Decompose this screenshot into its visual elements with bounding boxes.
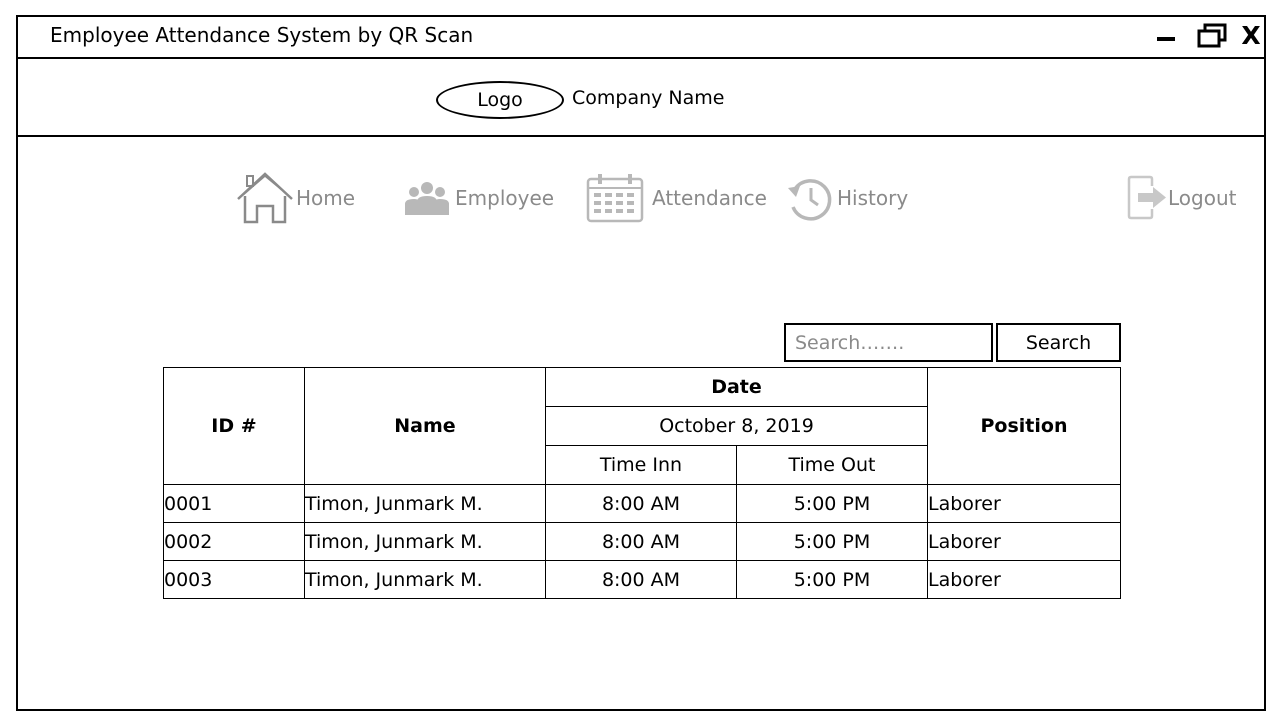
cell-name: Timon, Junmark M. — [304, 560, 546, 599]
history-icon — [788, 179, 832, 221]
date-value: October 8, 2019 — [545, 406, 928, 446]
minimize-button[interactable] — [1154, 21, 1178, 51]
cell-time-in: 8:00 AM — [545, 484, 737, 523]
cell-time-in: 8:00 AM — [545, 522, 737, 561]
cell-time-out: 5:00 PM — [736, 522, 928, 561]
column-header-id: ID # — [163, 367, 305, 485]
minimize-icon — [1157, 37, 1175, 41]
employees-icon — [405, 182, 449, 215]
close-button[interactable]: X — [1238, 21, 1264, 51]
nav-attendance-label: Attendance — [652, 186, 767, 210]
maximize-button[interactable] — [1196, 21, 1232, 51]
cell-name: Timon, Junmark M. — [304, 522, 546, 561]
column-header-time-in: Time Inn — [545, 445, 737, 485]
window-title: Employee Attendance System by QR Scan — [50, 23, 474, 47]
logout-icon — [1127, 175, 1166, 220]
nav-history[interactable]: History — [785, 171, 908, 225]
cell-position: Laborer — [927, 484, 1121, 523]
column-header-date: Date — [545, 367, 928, 407]
nav-employee[interactable]: Employee — [404, 171, 554, 225]
logo: Logo — [436, 81, 564, 119]
search-button[interactable]: Search — [996, 323, 1121, 362]
search-input[interactable] — [784, 323, 993, 362]
table-row[interactable]: 0003 Timon, Junmark M. 8:00 AM 5:00 PM L… — [163, 560, 1121, 599]
table-row[interactable]: 0002 Timon, Junmark M. 8:00 AM 5:00 PM L… — [163, 522, 1121, 561]
nav-logout[interactable]: Logout — [1126, 171, 1236, 225]
app-window: Employee Attendance System by QR Scan X … — [16, 15, 1266, 711]
cell-name: Timon, Junmark M. — [304, 484, 546, 523]
nav-home-label: Home — [296, 186, 356, 210]
nav-logout-label: Logout — [1168, 186, 1237, 210]
cell-time-out: 5:00 PM — [736, 484, 928, 523]
nav-attendance[interactable]: Attendance — [586, 171, 767, 225]
company-header: Logo Company Name — [18, 59, 1264, 137]
table-row[interactable]: 0001 Timon, Junmark M. 8:00 AM 5:00 PM L… — [163, 484, 1121, 523]
nav-home[interactable]: Home — [236, 171, 355, 225]
column-header-time-out: Time Out — [736, 445, 928, 485]
nav-history-label: History — [837, 186, 909, 210]
home-icon — [237, 172, 293, 224]
calendar-icon — [586, 174, 644, 223]
maximize-icon — [1197, 23, 1227, 48]
cell-id: 0002 — [163, 522, 305, 561]
table-header-row: ID # Name Date Position — [163, 367, 1121, 485]
nav-employee-label: Employee — [455, 186, 555, 210]
column-header-name: Name — [304, 367, 546, 485]
cell-time-in: 8:00 AM — [545, 560, 737, 599]
cell-id: 0001 — [163, 484, 305, 523]
cell-time-out: 5:00 PM — [736, 560, 928, 599]
title-bar: Employee Attendance System by QR Scan X — [18, 17, 1264, 59]
company-name: Company Name — [572, 87, 725, 109]
cell-position: Laborer — [927, 560, 1121, 599]
column-header-position: Position — [927, 367, 1121, 485]
cell-id: 0003 — [163, 560, 305, 599]
attendance-table: ID # Name Date Position October 8, 2019 … — [163, 367, 1121, 599]
cell-position: Laborer — [927, 522, 1121, 561]
